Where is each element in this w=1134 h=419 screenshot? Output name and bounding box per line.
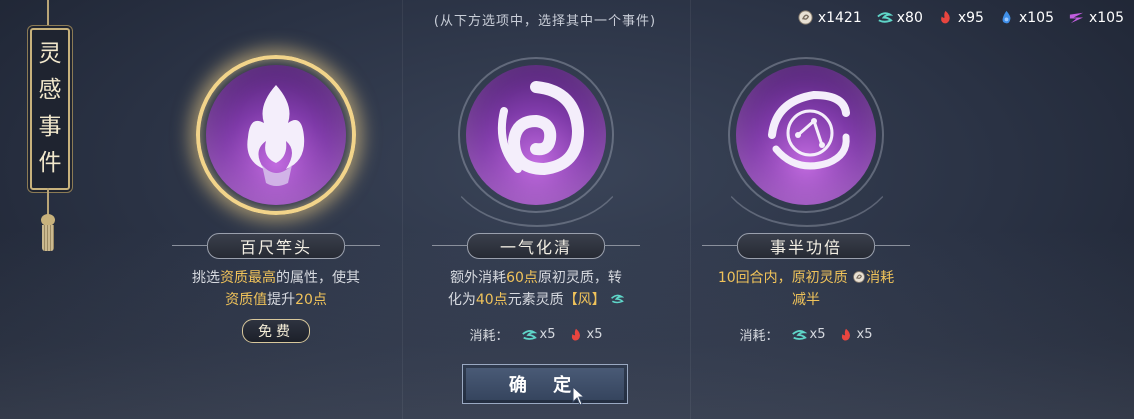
banner-char: 事 <box>38 113 62 140</box>
event-title-plate: 一气化清 <box>432 233 640 259</box>
wind-element-icon <box>611 294 625 304</box>
banner-plaque: 灵 感 事 件 <box>30 28 70 190</box>
cost-item-fire: x5 <box>838 327 872 343</box>
resource-thunder: x105 <box>1068 9 1124 26</box>
banner-char: 件 <box>38 149 62 176</box>
resource-wind: x80 <box>876 9 923 26</box>
event-cost: 消耗： x5 x5 <box>676 325 936 344</box>
banner-char: 灵 <box>38 41 62 68</box>
event-orb[interactable] <box>196 55 356 215</box>
wind-element-icon <box>521 329 537 340</box>
resource-bar: x1421 x80 x95 x105 x105 <box>797 9 1124 26</box>
cost-label: 消耗： <box>739 329 779 344</box>
cursor-pointer-icon <box>572 386 586 406</box>
event-card-1[interactable]: 百尺竿头 挑选资质最高的属性，使其 资质值提升20点 免费 <box>146 55 406 355</box>
event-description: 10回合内，原初灵质 消耗 减半 <box>717 270 895 308</box>
event-cost: 消耗： x5 x5 <box>406 325 666 344</box>
resource-origin: x1421 <box>797 9 862 26</box>
free-badge: 免费 <box>242 319 310 343</box>
confirm-button[interactable]: 确 定 <box>462 364 628 404</box>
fire-element-icon <box>940 10 950 24</box>
event-orb[interactable] <box>446 55 628 227</box>
origin-essence-icon <box>798 10 813 25</box>
event-orb[interactable] <box>716 55 898 227</box>
event-banner: 灵 感 事 件 <box>26 0 70 260</box>
flame-hand-icon <box>247 85 305 186</box>
swirl-icon <box>497 81 585 176</box>
fire-element-icon <box>571 328 580 341</box>
instruction-hint: (从下方选项中，选择其中一个事件) <box>433 14 657 29</box>
resource-water: x105 <box>998 9 1054 26</box>
resource-fire: x95 <box>937 9 984 26</box>
origin-essence-icon <box>853 271 865 283</box>
resource-wind-value: x80 <box>896 9 923 26</box>
wind-element-icon <box>791 329 807 340</box>
event-title-plate: 事半功倍 <box>702 233 910 259</box>
cost-item-wind: x5 <box>521 327 556 343</box>
resource-fire-value: x95 <box>957 9 984 26</box>
water-element-icon <box>1002 10 1011 24</box>
event-description: 额外消耗60点原初灵质，转 化为40点元素灵质【风】 <box>406 267 666 311</box>
event-orb-body <box>736 65 876 205</box>
event-description: 挑选资质最高的属性，使其 资质值提升20点 <box>192 270 360 308</box>
wind-element-icon <box>877 12 893 23</box>
tassel <box>42 225 54 251</box>
event-card-2[interactable]: 一气化清 额外消耗60点原初灵质，转 化为40点元素灵质【风】 消耗： x5 x… <box>406 55 666 355</box>
event-orb-body <box>466 65 606 205</box>
event-orb-body <box>206 65 346 205</box>
resource-thunder-value: x105 <box>1088 9 1124 26</box>
fire-element-icon <box>841 328 850 341</box>
banner-char: 感 <box>38 77 62 104</box>
cost-item-fire: x5 <box>568 327 602 343</box>
resource-origin-value: x1421 <box>817 9 862 26</box>
event-card-3[interactable]: 事半功倍 10回合内，原初灵质 消耗 减半 消耗： x5 x5 <box>676 55 936 355</box>
resource-water-value: x105 <box>1018 9 1054 26</box>
cost-item-wind: x5 <box>791 327 826 343</box>
clock-swirl-icon <box>768 90 850 170</box>
event-title-plate: 百尺竿头 <box>172 233 380 259</box>
thunder-element-icon <box>1069 12 1084 24</box>
cost-label: 消耗： <box>469 329 509 344</box>
